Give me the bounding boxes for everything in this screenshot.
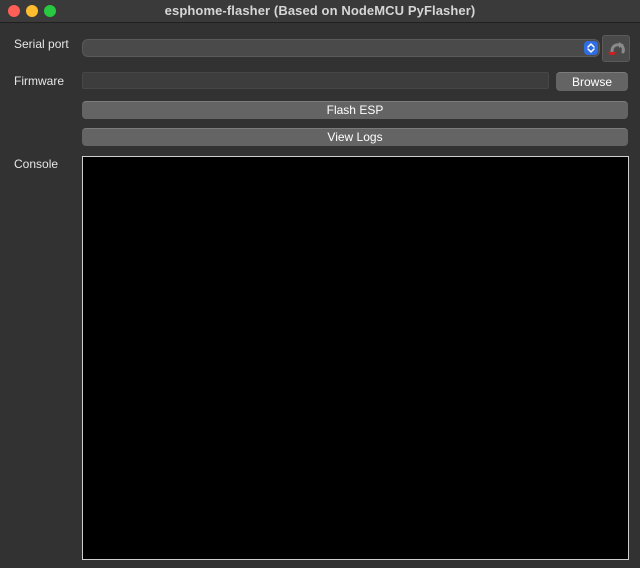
title-bar: esphome-flasher (Based on NodeMCU PyFlas… — [0, 0, 640, 23]
app-window: esphome-flasher (Based on NodeMCU PyFlas… — [0, 0, 640, 568]
serial-port-label: Serial port — [14, 37, 69, 51]
serial-port-dropdown[interactable] — [82, 39, 600, 57]
firmware-label: Firmware — [14, 74, 64, 88]
reload-ports-button[interactable] — [602, 35, 630, 62]
view-logs-button[interactable]: View Logs — [82, 128, 628, 146]
firmware-path-field[interactable] — [82, 72, 549, 89]
browse-button[interactable]: Browse — [556, 72, 628, 91]
chevron-updown-icon[interactable] — [584, 41, 598, 55]
reload-icon — [608, 42, 625, 55]
window-title: esphome-flasher (Based on NodeMCU PyFlas… — [164, 3, 476, 18]
console-output[interactable] — [82, 156, 629, 560]
flash-esp-button[interactable]: Flash ESP — [82, 101, 628, 119]
console-label: Console — [14, 157, 59, 171]
